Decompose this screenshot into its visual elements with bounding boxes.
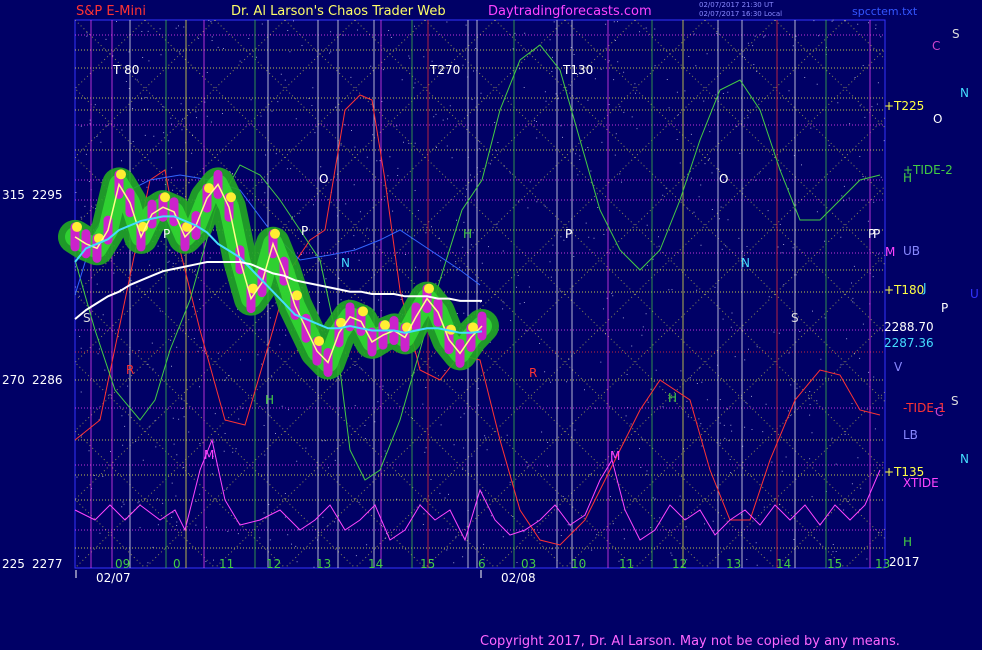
x-hour-tick-label: 09 bbox=[115, 557, 130, 571]
plot-cycle-letter: H bbox=[265, 393, 274, 407]
plot-cycle-letter: S bbox=[83, 311, 91, 325]
x-hour-tick-label: 15 bbox=[420, 557, 435, 571]
plot-cycle-letter: M bbox=[610, 449, 620, 463]
right-cycle-label: N bbox=[960, 452, 969, 466]
instrument-title: S&P E-Mini bbox=[76, 4, 146, 19]
plot-cycle-letter: S bbox=[791, 311, 799, 325]
right-cycle-label: S bbox=[951, 394, 959, 408]
plot-cycle-letter: H bbox=[463, 227, 472, 241]
x-hour-tick-label: 10 bbox=[571, 557, 586, 571]
data-file-name: spcctem.txt bbox=[852, 5, 918, 18]
right-cycle-label: P bbox=[941, 301, 948, 315]
plot-cycle-letter: O bbox=[319, 172, 328, 186]
right-price-label: +T225 bbox=[884, 99, 924, 113]
price-high-dot bbox=[358, 306, 368, 317]
price-high-dot bbox=[314, 336, 324, 347]
right-price-label: +T180 bbox=[884, 283, 924, 297]
right-cycle-label: H bbox=[903, 171, 912, 185]
right-price-label: +T135 bbox=[884, 465, 924, 479]
copyright-notice: Copyright 2017, Dr. Al Larson. May not b… bbox=[480, 634, 900, 649]
right-cycle-label: S bbox=[952, 27, 960, 41]
year-label: 2017 bbox=[889, 555, 920, 569]
right-cycle-label: V bbox=[894, 360, 903, 374]
plot-cycle-letter: N bbox=[741, 256, 750, 270]
x-hour-tick-label: 14 bbox=[368, 557, 383, 571]
plot-cycle-letter: M bbox=[204, 448, 214, 462]
right-cycle-label: H bbox=[903, 535, 912, 549]
right-cycle-label: C bbox=[932, 39, 940, 53]
date-label: 02/08 bbox=[501, 571, 536, 585]
plot-cycle-letter: R bbox=[529, 366, 537, 380]
diagonal-lattice bbox=[75, 20, 885, 568]
right-price-label: 2288.70 bbox=[884, 320, 934, 334]
x-hour-tick-label: 0 bbox=[173, 557, 181, 571]
site-link[interactable]: Daytradingforecasts.com bbox=[488, 4, 652, 19]
plot-cycle-letter: H bbox=[668, 391, 677, 405]
plot-cycle-letter: P bbox=[163, 227, 170, 241]
price-high-dot bbox=[116, 169, 126, 180]
x-hour-tick-label: 15 bbox=[827, 557, 842, 571]
y-axis-price-label: 2277 bbox=[32, 557, 63, 571]
site-title: Dr. Al Larson's Chaos Trader Web bbox=[231, 4, 446, 19]
price-high-dot bbox=[72, 221, 82, 232]
y-axis-level-label: 270 bbox=[2, 373, 25, 387]
timestamp-ut: 02/07/2017 21:30 UT bbox=[699, 1, 774, 9]
right-price-label: 2287.36 bbox=[884, 336, 934, 350]
top-cycle-marker: T 80 bbox=[112, 63, 139, 77]
x-hour-tick-label: 13 bbox=[875, 557, 890, 571]
x-hour-tick-label: 13 bbox=[726, 557, 741, 571]
right-cycle-label: O bbox=[933, 112, 942, 126]
right-cycle-label: UB bbox=[903, 244, 920, 258]
date-label: 02/07 bbox=[96, 571, 131, 585]
price-high-dot bbox=[160, 192, 170, 203]
top-cycle-marker: T130 bbox=[562, 63, 593, 77]
x-hour-tick-label: 13 bbox=[316, 557, 331, 571]
price-high-dot bbox=[380, 320, 390, 331]
right-cycle-label: N bbox=[960, 86, 969, 100]
right-cycle-label: U bbox=[970, 287, 979, 301]
plot-cycle-letter: P bbox=[301, 224, 308, 238]
y-axis-price-label: 2286 bbox=[32, 373, 63, 387]
right-cycle-label: LB bbox=[903, 428, 918, 442]
x-hour-tick-label: 11 bbox=[619, 557, 634, 571]
plot-cycle-letter: P bbox=[868, 227, 875, 241]
x-hour-tick-label: 14 bbox=[776, 557, 791, 571]
price-high-dot bbox=[424, 283, 434, 294]
right-cycle-label: M bbox=[885, 245, 895, 259]
price-high-dot bbox=[226, 192, 236, 203]
x-hour-tick-label: 6 bbox=[478, 557, 486, 571]
x-hour-tick-label: 12 bbox=[266, 557, 281, 571]
plot-cycle-letter: N bbox=[341, 256, 350, 270]
y-axis-price-label: 2295 bbox=[32, 188, 63, 202]
y-axis-level-label: 315 bbox=[2, 188, 25, 202]
timestamp-local: 02/07/2017 16:30 Local bbox=[699, 10, 783, 18]
right-cycle-label: C bbox=[935, 405, 943, 419]
x-hour-tick-label: 12 bbox=[672, 557, 687, 571]
plot-cycle-letter: P bbox=[565, 227, 572, 241]
x-hour-tick-label: 11 bbox=[219, 557, 234, 571]
chaos-trader-chart: 315 2295 270 2286 225 2277 09 0 11 12 13 14 15 6 03 10 1… bbox=[2, 19, 979, 585]
top-cycle-marker: T270 bbox=[429, 63, 460, 77]
y-axis-level-label: 225 bbox=[2, 557, 25, 571]
plot-cycle-letter: O bbox=[719, 172, 728, 186]
plot-cycle-letter: R bbox=[126, 363, 134, 377]
x-hour-tick-label: 03 bbox=[521, 557, 536, 571]
price-high-dot bbox=[270, 228, 280, 239]
